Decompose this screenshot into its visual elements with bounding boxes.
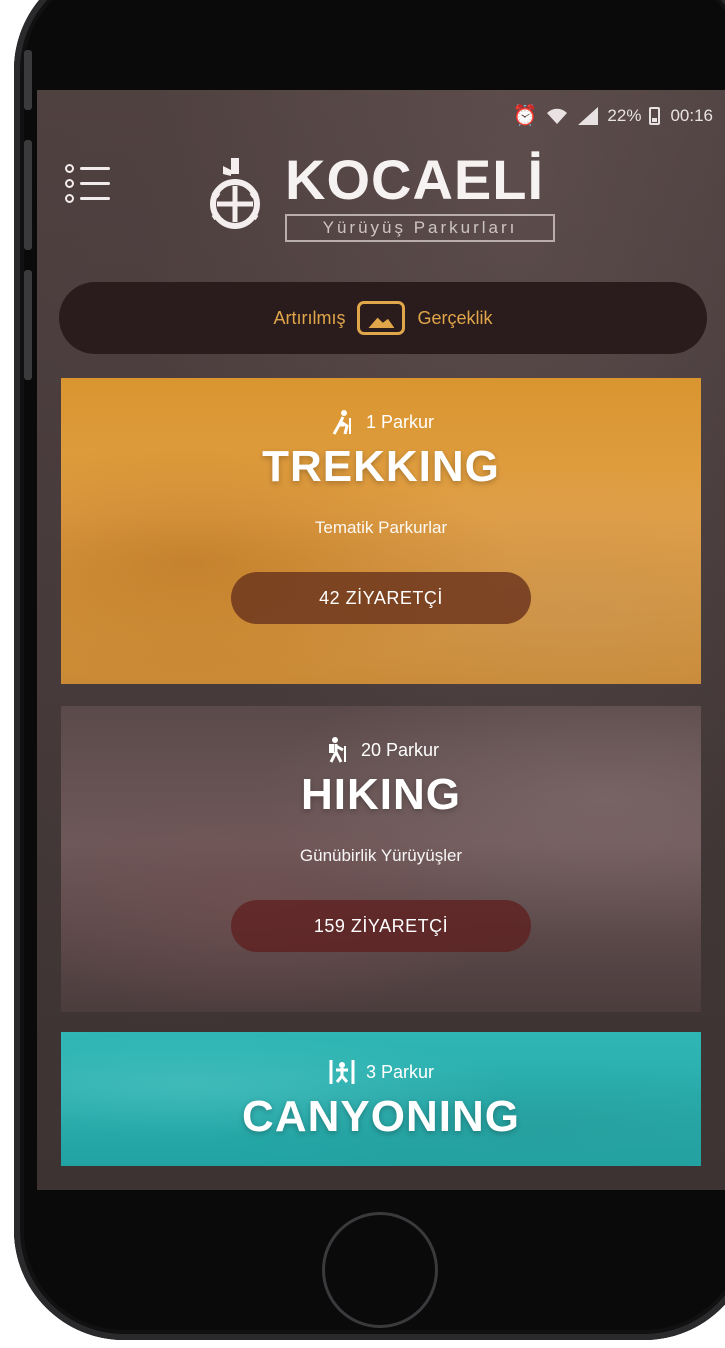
ar-left-label: Artırılmış <box>273 307 346 328</box>
hiking-visitors-badge[interactable]: 159 ZİYARETÇİ <box>231 900 531 952</box>
hiking-icon <box>328 737 346 763</box>
home-button[interactable] <box>322 1212 438 1328</box>
volume-up-button <box>24 140 32 250</box>
trekking-icon <box>332 410 351 435</box>
trekking-route-count: 1 Parkur <box>328 408 434 436</box>
list-menu-icon[interactable] <box>65 162 115 206</box>
kocaeli-emblem-icon <box>210 158 260 229</box>
signal-icon <box>578 107 599 125</box>
category-card-canyoning[interactable]: 3 Parkur CANYONING <box>61 1032 701 1166</box>
app-screen: ⏰ 22% 00:16 KOCAELİ Yürüyüş Parkurları A… <box>37 90 725 1190</box>
trekking-visitors-badge[interactable]: 42 ZİYARETÇİ <box>231 572 531 624</box>
hiking-title: HIKING <box>301 770 461 819</box>
mute-switch <box>24 50 32 110</box>
hiking-route-count: 20 Parkur <box>323 736 439 764</box>
wifi-icon <box>547 108 568 124</box>
status-bar: ⏰ 22% 00:16 <box>513 98 713 134</box>
app-title: KOCAELİ <box>285 148 544 211</box>
canyoning-route-count: 3 Parkur <box>328 1058 434 1086</box>
battery-icon <box>649 107 661 125</box>
trekking-title: TREKKING <box>262 442 500 491</box>
hiking-subtitle: Günübirlik Yürüyüşler <box>299 846 463 865</box>
volume-down-button <box>24 270 32 380</box>
trekking-subtitle: Tematik Parkurlar <box>314 518 448 537</box>
ar-right-label: Gerçeklik <box>417 307 493 328</box>
app-logo: KOCAELİ Yürüyüş Parkurları <box>205 148 585 248</box>
alarm-icon: ⏰ <box>512 105 538 127</box>
canyoning-icon <box>329 1060 355 1084</box>
category-card-trekking[interactable]: 1 Parkur TREKKING Tematik Parkurlar 42 Z… <box>61 378 701 684</box>
battery-percent: 22% <box>607 106 642 125</box>
category-card-hiking[interactable]: 20 Parkur HIKING Günübirlik Yürüyüşler 1… <box>61 706 701 1012</box>
augmented-reality-button[interactable]: Artırılmış Gerçeklik <box>59 282 707 354</box>
canyoning-title: CANYONING <box>242 1092 520 1141</box>
ar-camera-icon <box>357 301 406 335</box>
app-subtitle: Yürüyüş Parkurları <box>285 214 555 242</box>
status-time: 00:16 <box>670 106 713 125</box>
